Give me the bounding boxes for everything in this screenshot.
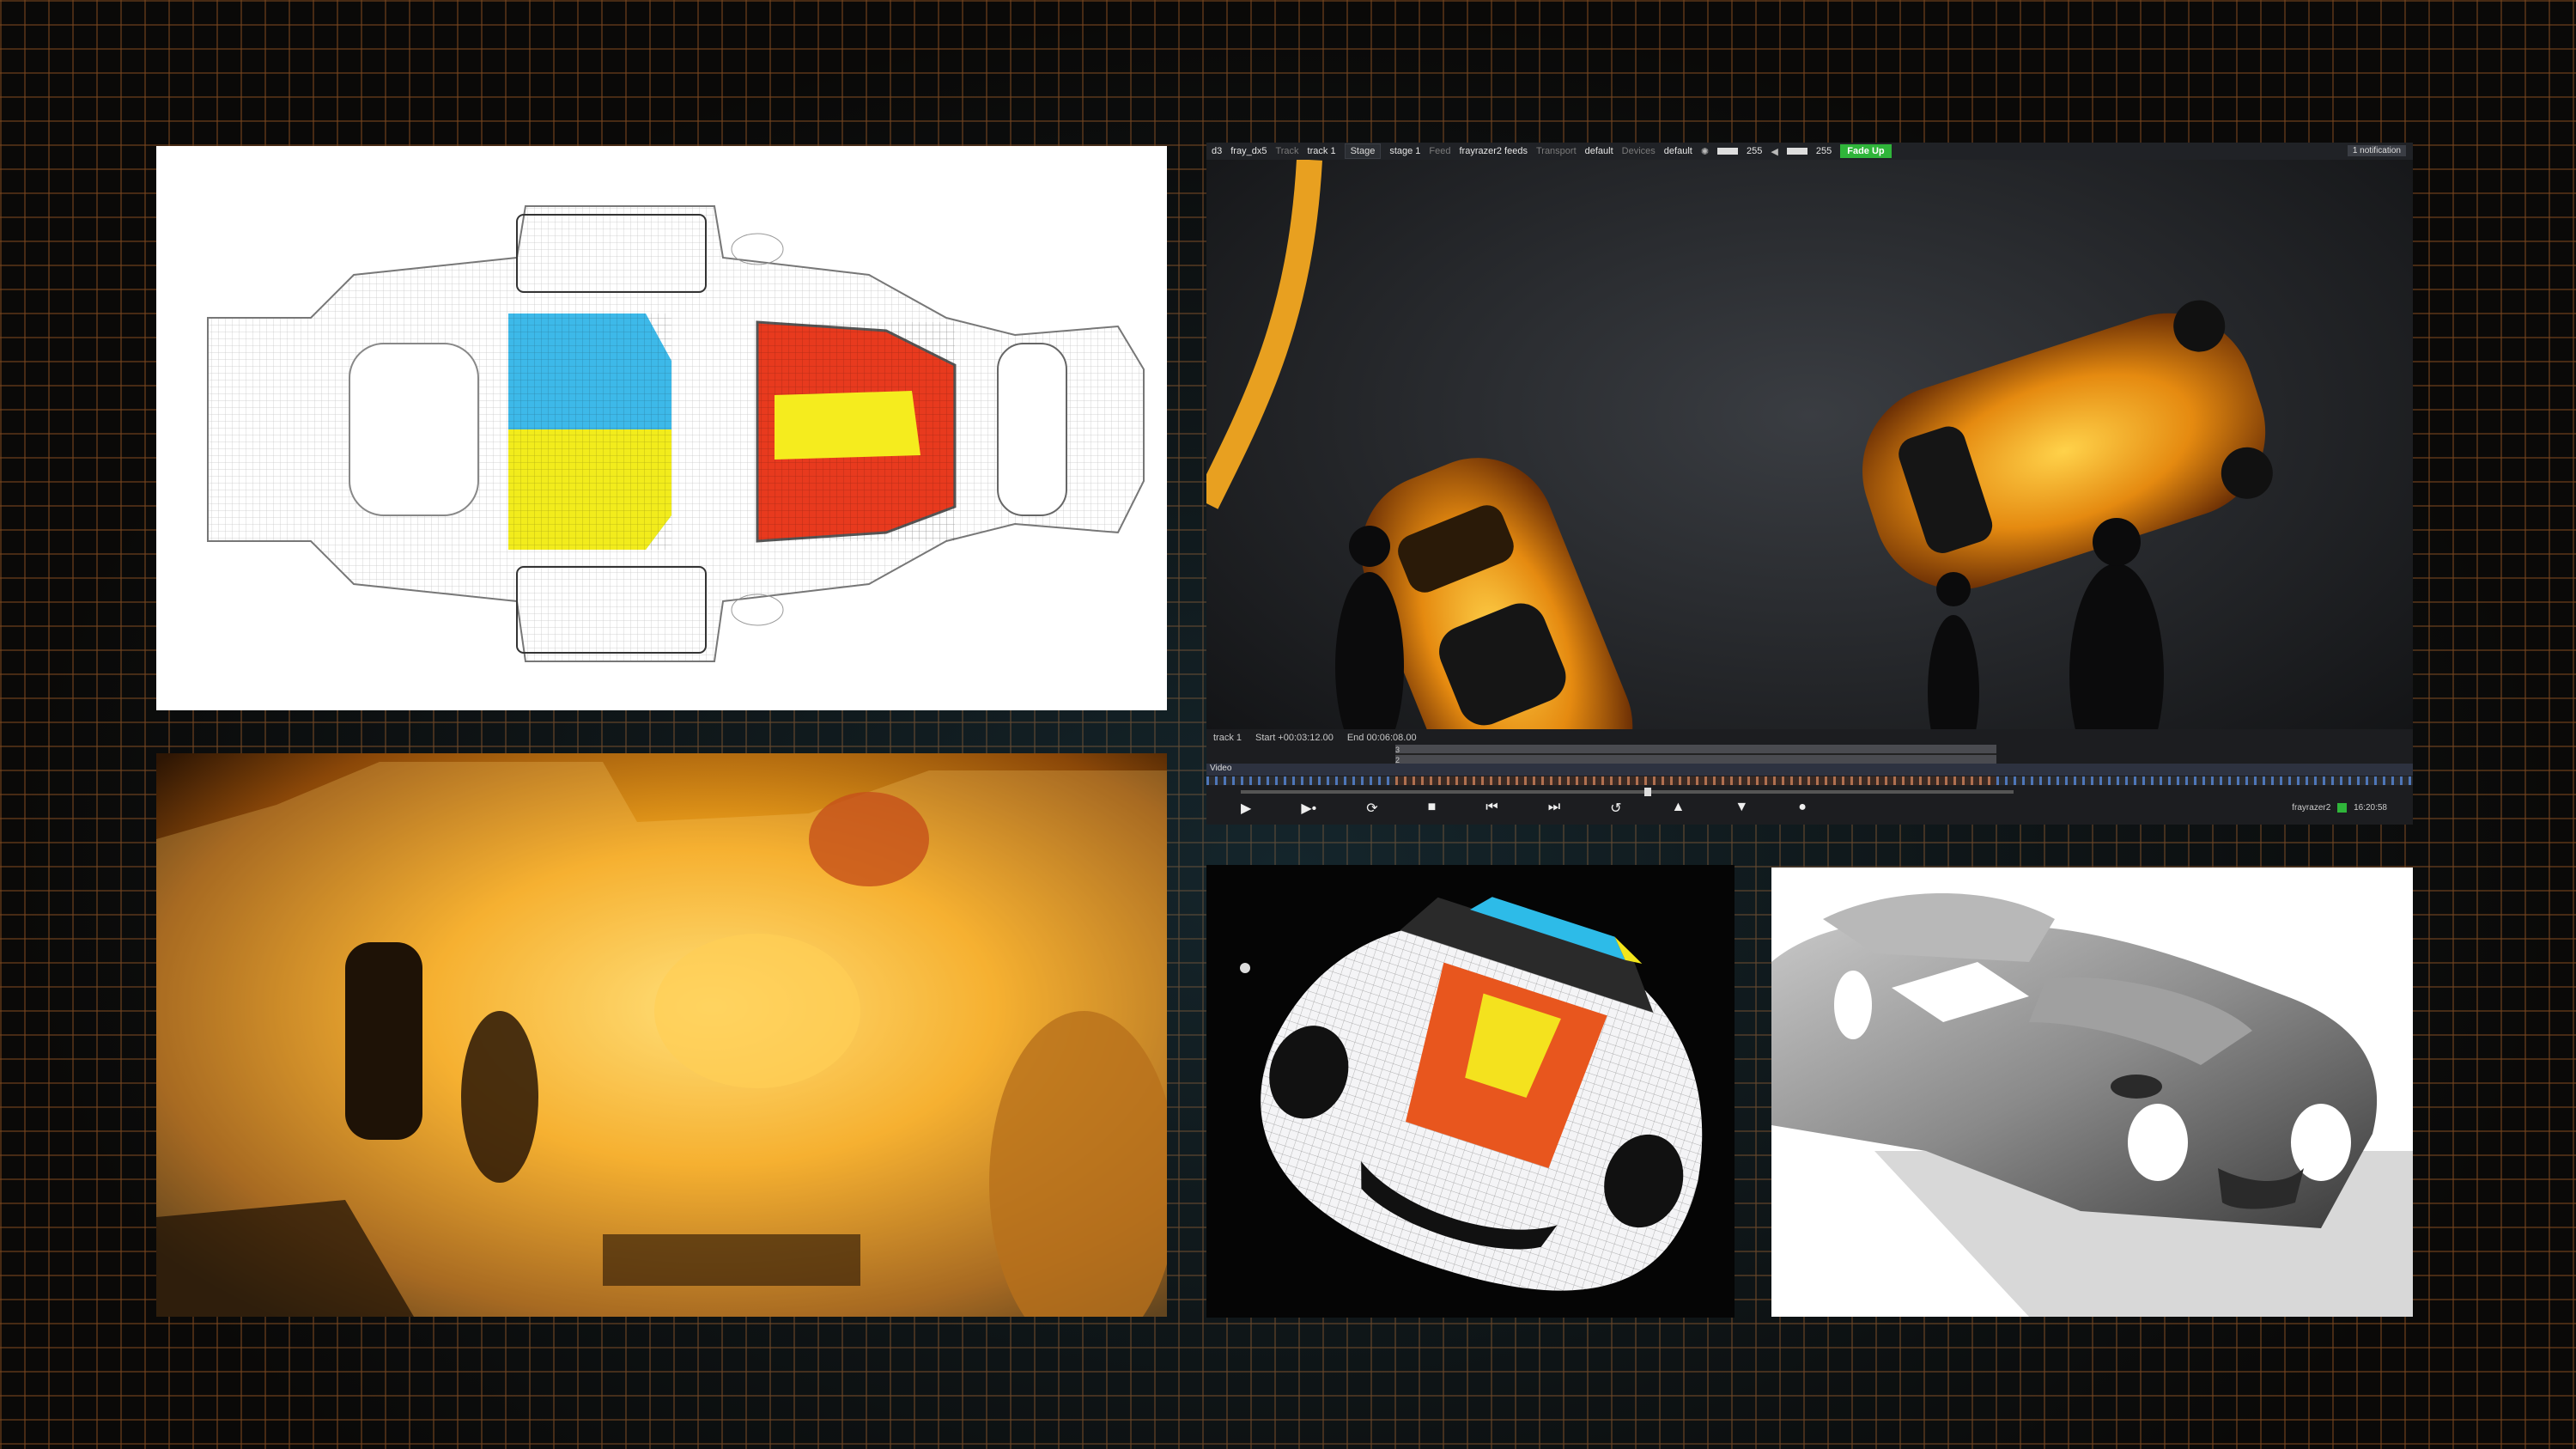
devices-label: Devices — [1621, 146, 1656, 156]
notification-badge[interactable]: 1 notification — [2347, 145, 2406, 156]
stop-icon[interactable]: ■ — [1428, 800, 1437, 817]
playhead[interactable] — [1644, 788, 1651, 796]
track-label: Track — [1275, 146, 1299, 156]
level-a-value: 255 — [1747, 146, 1763, 156]
stage-select[interactable]: stage 1 — [1389, 146, 1420, 156]
lane-3-label: 3 — [1395, 746, 1400, 754]
end-time: End 00:06:08.00 — [1346, 733, 1417, 743]
next-icon[interactable]: ⏭ — [1548, 800, 1560, 817]
fade-up-button[interactable]: Fade Up — [1840, 144, 1892, 158]
start-time: Start +00:03:12.00 — [1255, 733, 1334, 743]
timeline-section-ruler[interactable] — [1395, 776, 1996, 785]
server-status-badge — [2337, 803, 2348, 813]
stage-render — [1206, 143, 2413, 825]
down-icon[interactable]: ▼ — [1735, 800, 1748, 817]
transport-label: Transport — [1535, 146, 1577, 156]
projected-car-panel — [1206, 865, 1735, 1318]
level-b-slider[interactable] — [1786, 148, 1807, 155]
loop-icon[interactable]: ⟳ — [1366, 800, 1377, 817]
play-icon[interactable]: ▶ — [1241, 800, 1251, 817]
project-name[interactable]: fray_dx5 — [1230, 146, 1267, 156]
feed-label: Feed — [1429, 146, 1451, 156]
video-track-label: Video — [1210, 764, 1232, 773]
layer-lane-3[interactable]: 3 — [1395, 745, 1996, 755]
previous-icon[interactable]: ⏮ — [1485, 800, 1498, 817]
projected-car-image — [1240, 897, 1703, 1291]
app-logo[interactable]: d3 — [1212, 146, 1222, 156]
d3-viewport-panel: d3 fray_dx5 Track track 1 Stage stage 1 … — [1206, 143, 2413, 825]
transport-controls: ▶ ▶• ⟳ ■ ⏮ ⏭ ↺ ▲ ▼ ● — [1241, 800, 1807, 817]
stage-label: Stage — [1344, 143, 1382, 159]
play-to-section-icon[interactable]: ▶• — [1301, 800, 1316, 817]
fire-content-panel — [156, 753, 1167, 1317]
fire-content-image — [156, 753, 1167, 1317]
level-b-value: 255 — [1815, 146, 1832, 156]
scrub-bar[interactable] — [1241, 788, 2014, 796]
level-a-slider[interactable] — [1717, 148, 1739, 155]
transport-select[interactable]: default — [1585, 146, 1613, 156]
status-area: frayrazer2 16:20:58 — [2292, 803, 2387, 813]
uv-mesh-panel — [156, 146, 1167, 710]
record-icon[interactable]: ● — [1798, 800, 1807, 817]
server-name: frayrazer2 — [2292, 803, 2331, 813]
volume-icon: ◀ — [1771, 146, 1778, 157]
feed-select[interactable]: frayrazer2 feeds — [1459, 146, 1527, 156]
brightness-icon: ✺ — [1700, 146, 1710, 157]
devices-select[interactable]: default — [1664, 146, 1692, 156]
d3-timeline: track 1 Start +00:03:12.00 End 00:06:08.… — [1206, 729, 2413, 825]
uv-mesh-image — [207, 205, 1145, 662]
d3-top-bar: d3 fray_dx5 Track track 1 Stage stage 1 … — [1206, 143, 2413, 160]
video-track[interactable]: Video — [1206, 764, 2413, 776]
track-select[interactable]: track 1 — [1308, 146, 1336, 156]
track-name[interactable]: track 1 — [1213, 733, 1242, 743]
return-icon[interactable]: ↺ — [1610, 800, 1621, 817]
car-render-panel — [1771, 868, 2413, 1317]
up-icon[interactable]: ▲ — [1672, 800, 1686, 817]
car-render-image — [1771, 893, 2413, 1317]
clock: 16:20:58 — [2354, 803, 2387, 813]
timeline-header: track 1 Start +00:03:12.00 End 00:06:08.… — [1213, 733, 1417, 743]
